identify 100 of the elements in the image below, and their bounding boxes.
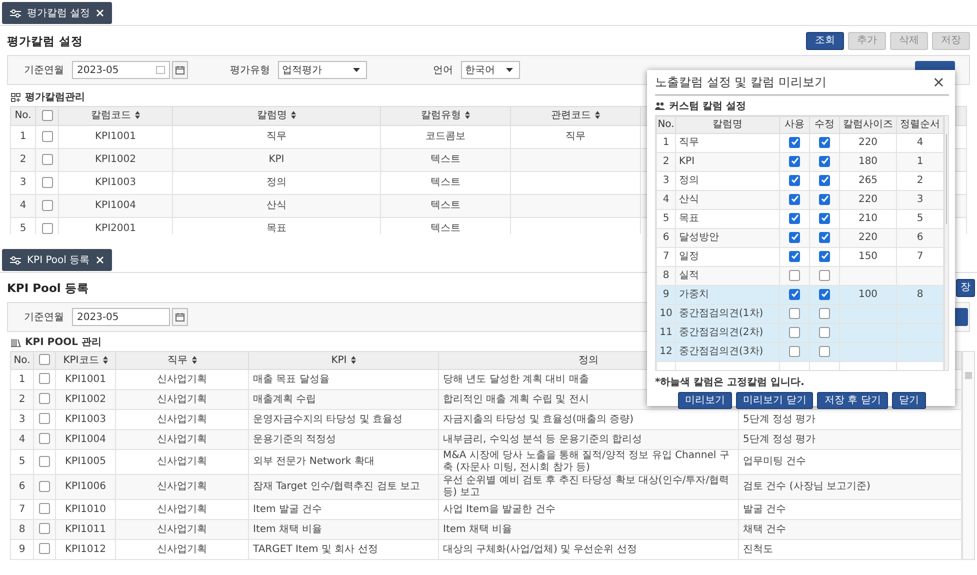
checkbox[interactable] <box>819 326 830 338</box>
checkbox[interactable] <box>42 154 52 165</box>
sort-icon[interactable] <box>350 356 356 364</box>
row-number: 2 <box>20 154 26 165</box>
column-header[interactable]: 관련코드 <box>551 110 591 121</box>
table-cell: 220 <box>858 232 878 243</box>
table-cell: KPI1011 <box>65 524 106 534</box>
checkbox[interactable] <box>39 393 50 404</box>
checkbox[interactable] <box>42 176 52 188</box>
checkbox[interactable] <box>42 200 52 211</box>
checkbox[interactable] <box>789 212 800 224</box>
column-header[interactable]: KPI <box>331 354 347 366</box>
table-cell: KPI1002 <box>95 154 136 165</box>
checkbox[interactable] <box>819 136 830 148</box>
table-cell: KPI1004 <box>95 200 136 211</box>
language-select[interactable]: 한국어 <box>461 61 520 79</box>
dialog-button[interactable]: 저장 후 닫기 <box>817 392 888 409</box>
sort-icon[interactable] <box>291 111 296 120</box>
checkbox[interactable] <box>819 232 830 243</box>
dialog-button[interactable]: 미리보기 닫기 <box>736 392 814 409</box>
checkbox[interactable] <box>819 156 830 167</box>
checkbox[interactable] <box>789 326 800 338</box>
checkbox[interactable] <box>819 308 830 319</box>
checkbox[interactable] <box>789 250 800 262</box>
column-header[interactable]: 칼럼명 <box>257 110 287 121</box>
table-cell: 정의 <box>679 175 699 186</box>
checkbox[interactable] <box>819 194 830 205</box>
table-cell: 매출계획 수립 <box>253 394 316 404</box>
scrollbar[interactable] <box>944 116 948 370</box>
column-header[interactable]: 칼럼유형 <box>421 110 461 121</box>
checkbox[interactable] <box>819 346 830 357</box>
close-icon[interactable] <box>96 256 104 264</box>
checkbox[interactable] <box>42 110 52 121</box>
section-title: 평가칼럼 설정 <box>7 34 84 48</box>
checkbox[interactable] <box>789 308 800 319</box>
sort-icon[interactable] <box>192 356 196 364</box>
column-header[interactable]: 직무 <box>168 354 188 366</box>
month-field[interactable]: 2023-05 <box>72 308 170 326</box>
tab-label: KPI Pool 등록 <box>27 254 90 267</box>
toolbar-button[interactable]: 조회 <box>806 32 844 50</box>
checkbox[interactable] <box>39 354 50 366</box>
checkbox[interactable] <box>39 373 50 384</box>
row-number: 8 <box>18 524 26 534</box>
checkbox[interactable] <box>39 413 50 424</box>
apply-button[interactable] <box>954 308 968 326</box>
month-field[interactable]: 2023-05 <box>72 61 170 79</box>
calendar-button[interactable] <box>172 308 188 326</box>
table-cell: 당해 년도 달성한 계획 대비 매출 <box>443 374 589 384</box>
checkbox[interactable] <box>42 222 52 234</box>
table-cell: 신사업기획 <box>157 544 207 554</box>
checkbox[interactable] <box>39 543 50 554</box>
checkbox[interactable] <box>819 212 830 224</box>
close-icon[interactable] <box>96 9 104 17</box>
save-button[interactable]: 장 <box>956 279 975 297</box>
checkbox[interactable] <box>789 194 800 205</box>
dialog-button[interactable]: 닫기 <box>892 392 926 409</box>
caret-icon <box>353 68 360 72</box>
checkbox[interactable] <box>789 288 800 300</box>
checkbox[interactable] <box>789 232 800 243</box>
table-cell: KPI1003 <box>95 177 136 188</box>
table-cell: M&A 시장에 당사 노출을 통해 질적/양적 정보 유입 Channel 구축 (자문사 미팅, 전시회 참가 등) <box>443 450 730 473</box>
field-label: 기준연월 <box>24 311 64 324</box>
close-button[interactable]: × <box>928 74 949 90</box>
table-cell: 4 <box>916 137 924 148</box>
checkbox[interactable] <box>39 503 50 514</box>
checkbox[interactable] <box>789 136 800 148</box>
checkbox[interactable] <box>819 250 830 262</box>
table-cell: 100 <box>858 289 878 300</box>
checkbox[interactable] <box>819 288 830 300</box>
checkbox[interactable] <box>42 130 52 142</box>
sort-icon[interactable] <box>465 111 470 120</box>
sort-icon[interactable] <box>595 111 600 120</box>
table-cell: KPI1012 <box>65 544 106 554</box>
checkbox[interactable] <box>819 174 830 186</box>
type-select[interactable]: 업적평가 <box>278 61 367 79</box>
checkbox[interactable] <box>789 346 800 357</box>
scrollbar[interactable] <box>962 351 975 560</box>
checkbox[interactable] <box>819 270 830 281</box>
checkbox[interactable] <box>39 480 50 492</box>
checkbox[interactable] <box>39 433 50 444</box>
sort-icon[interactable] <box>135 111 140 120</box>
row-number: 1 <box>18 374 26 384</box>
column-header: No. <box>658 119 674 130</box>
checkbox[interactable] <box>789 270 800 281</box>
page-tab[interactable]: 평가칼럼 설정 <box>2 2 112 24</box>
table-cell: 신사업기획 <box>157 374 207 384</box>
checkbox[interactable] <box>39 456 50 467</box>
sort-icon[interactable] <box>102 356 108 364</box>
column-header[interactable]: 정의 <box>578 354 598 366</box>
dialog-button[interactable]: 미리보기 <box>678 392 732 409</box>
table-cell: 신사업기획 <box>157 481 207 492</box>
table-cell: 신사업기획 <box>157 414 207 424</box>
checkbox[interactable] <box>39 523 50 534</box>
checkbox[interactable] <box>789 156 800 167</box>
page-tab[interactable]: KPI Pool 등록 <box>2 249 112 271</box>
table-cell: 5 <box>916 213 924 224</box>
table-cell: KPI1002 <box>65 394 106 404</box>
checkbox[interactable] <box>789 174 800 186</box>
calendar-button[interactable] <box>172 61 188 79</box>
table-cell: 210 <box>858 213 878 224</box>
